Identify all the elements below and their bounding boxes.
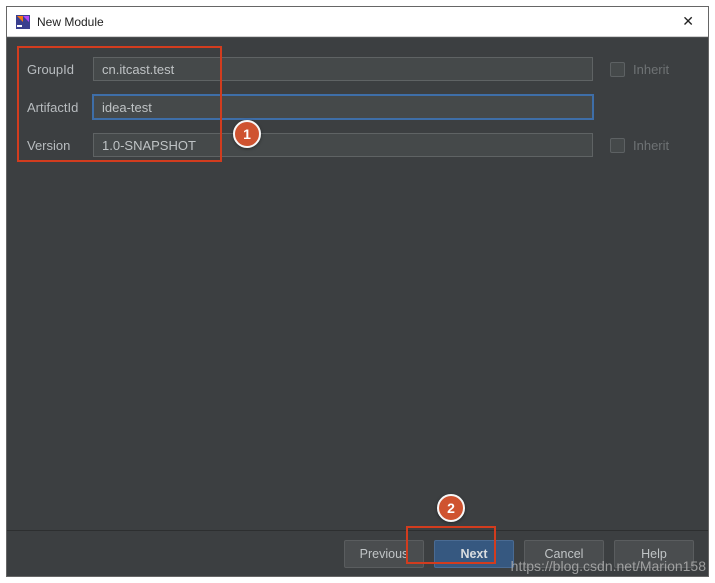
artifactid-label: ArtifactId	[25, 100, 93, 115]
inherit-label: Inherit	[633, 138, 669, 153]
previous-button[interactable]: Previous	[344, 540, 424, 568]
version-label: Version	[25, 138, 93, 153]
version-input[interactable]	[93, 133, 593, 157]
artifactid-row: ArtifactId	[25, 94, 690, 120]
checkbox-icon[interactable]	[610, 138, 625, 153]
close-icon[interactable]: ✕	[676, 11, 700, 32]
new-module-dialog: New Module ✕ GroupId Inherit ArtifactId	[6, 6, 709, 577]
inherit-label: Inherit	[633, 62, 669, 77]
dialog-content: GroupId Inherit ArtifactId Version	[7, 37, 708, 530]
cancel-button[interactable]: Cancel	[524, 540, 604, 568]
groupid-row: GroupId Inherit	[25, 56, 690, 82]
next-button[interactable]: Next	[434, 540, 514, 568]
version-row: Version Inherit	[25, 132, 690, 158]
titlebar: New Module ✕	[7, 7, 708, 37]
groupid-inherit[interactable]: Inherit	[610, 62, 690, 77]
button-bar: Previous Next Cancel Help	[7, 530, 708, 576]
artifactid-input[interactable]	[93, 95, 593, 119]
window-title: New Module	[37, 15, 676, 29]
intellij-icon	[15, 14, 31, 30]
groupid-label: GroupId	[25, 62, 93, 77]
help-button[interactable]: Help	[614, 540, 694, 568]
checkbox-icon[interactable]	[610, 62, 625, 77]
version-inherit[interactable]: Inherit	[610, 138, 690, 153]
groupid-input[interactable]	[93, 57, 593, 81]
